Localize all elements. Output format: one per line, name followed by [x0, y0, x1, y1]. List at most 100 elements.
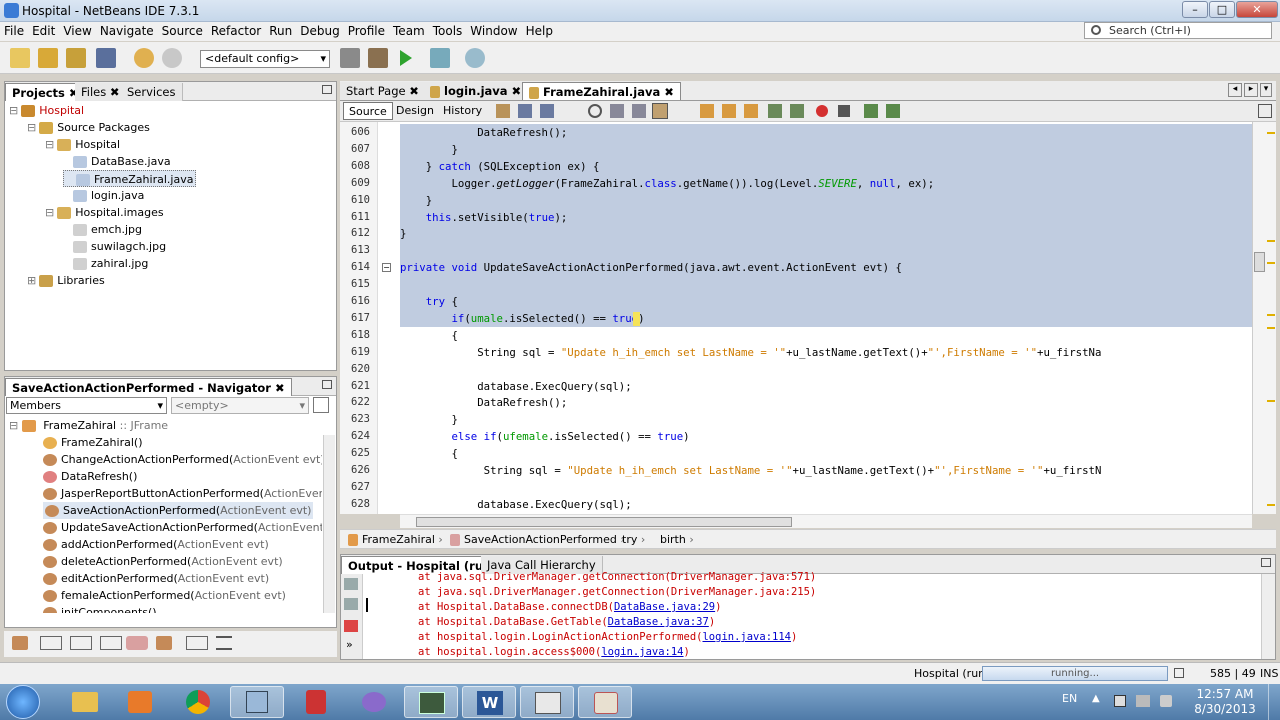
- new-project-icon[interactable]: [38, 48, 58, 68]
- minimize-button[interactable]: –: [1182, 1, 1208, 18]
- navigator-member[interactable]: ChangeActionActionPerformed(ActionEvent …: [43, 451, 322, 468]
- navigator-member[interactable]: JasperReportButtonActionPerformed(Action…: [43, 485, 322, 502]
- language-indicator[interactable]: EN: [1062, 692, 1077, 705]
- expand-toggle-icon[interactable]: ⊟: [45, 206, 54, 219]
- show-static-icon[interactable]: [70, 636, 92, 650]
- breadcrumb-item[interactable]: try ›: [622, 533, 645, 546]
- next-bookmark-icon[interactable]: [722, 104, 736, 118]
- navigator-member[interactable]: SaveActionActionPerformed(ActionEvent ev…: [43, 502, 314, 519]
- tree-item[interactable]: suwilagch.jpg: [63, 238, 166, 255]
- navigator-member[interactable]: deleteActionPerformed(ActionEvent evt): [43, 553, 283, 570]
- action-center-icon[interactable]: [1114, 695, 1126, 707]
- stack-trace-link[interactable]: login.java:114: [702, 631, 791, 643]
- breadcrumb-item[interactable]: birth ›: [660, 533, 694, 546]
- navigator-root[interactable]: ⊟ FrameZahiral :: JFrame: [9, 417, 168, 434]
- taskbar-media-player[interactable]: [114, 686, 168, 718]
- menu-debug[interactable]: Debug: [296, 22, 343, 40]
- tab-projects[interactable]: Projects ✖: [5, 83, 86, 101]
- menu-file[interactable]: File: [0, 22, 28, 40]
- tab-start-page[interactable]: Start Page ✖: [340, 82, 426, 100]
- expand-toggle-icon[interactable]: ⊟: [27, 121, 36, 134]
- tree-item[interactable]: ⊟ Source Packages: [27, 119, 150, 136]
- close-icon[interactable]: ✖: [110, 85, 120, 99]
- stop-macro-icon[interactable]: [838, 105, 850, 117]
- comment-icon[interactable]: [864, 104, 878, 118]
- navigator-member[interactable]: editActionPerformed(ActionEvent evt): [43, 570, 269, 587]
- undo-icon[interactable]: [134, 48, 154, 68]
- show-opened-documents-icon[interactable]: ▾: [1260, 83, 1272, 97]
- more-icon[interactable]: »: [346, 638, 353, 651]
- chevron-up-icon[interactable]: ▲: [1092, 693, 1100, 704]
- prev-bookmark-icon[interactable]: [700, 104, 714, 118]
- stack-trace-link[interactable]: login.java:14: [601, 646, 683, 658]
- taskbar-app-2[interactable]: [348, 686, 402, 718]
- new-file-icon[interactable]: [10, 48, 30, 68]
- menu-edit[interactable]: Edit: [28, 22, 59, 40]
- show-methods-icon[interactable]: [126, 636, 148, 650]
- taskbar-java[interactable]: [578, 686, 632, 718]
- tab-files[interactable]: Files ✖: [75, 83, 127, 101]
- taskbar-chrome[interactable]: [172, 686, 226, 718]
- toggle-highlight-icon[interactable]: [652, 103, 668, 119]
- profile-icon[interactable]: [465, 48, 485, 68]
- tab-navigator[interactable]: SaveActionActionPerformed - Navigator ✖: [5, 378, 292, 396]
- network-icon[interactable]: [1136, 695, 1150, 707]
- minimize-panel-icon[interactable]: [322, 380, 332, 389]
- tree-item[interactable]: ⊟ Hospital.images: [45, 204, 164, 221]
- menu-tools[interactable]: Tools: [429, 22, 467, 40]
- tree-item[interactable]: ⊞ Libraries: [27, 272, 105, 289]
- tree-item[interactable]: login.java: [63, 187, 144, 204]
- find-previous-icon[interactable]: [610, 104, 624, 118]
- redo-icon[interactable]: [162, 48, 182, 68]
- menu-refactor[interactable]: Refactor: [207, 22, 265, 40]
- scroll-tabs-left-icon[interactable]: ◂: [1228, 83, 1242, 97]
- taskbar-virtualbox[interactable]: [230, 686, 284, 718]
- tree-item[interactable]: ⊟ Hospital: [45, 136, 120, 153]
- menu-team[interactable]: Team: [389, 22, 429, 40]
- tab-services[interactable]: Services: [121, 83, 183, 101]
- tree-item[interactable]: ⊟ Hospital: [9, 102, 84, 119]
- breadcrumb-item[interactable]: FrameZahiral ›: [348, 533, 443, 546]
- sort-by-source-icon[interactable]: [186, 636, 208, 650]
- expand-toggle-icon[interactable]: [63, 240, 70, 253]
- navigator-member[interactable]: femaleActionPerformed(ActionEvent evt): [43, 587, 286, 604]
- menu-navigate[interactable]: Navigate: [96, 22, 158, 40]
- close-icon[interactable]: ✖: [275, 381, 285, 395]
- build-hammer-icon[interactable]: [340, 48, 360, 68]
- taskbar-app[interactable]: [290, 686, 344, 718]
- expand-toggle-icon[interactable]: [63, 257, 70, 270]
- minimize-panel-icon[interactable]: [322, 85, 332, 94]
- navigator-member[interactable]: addActionPerformed(ActionEvent evt): [43, 536, 269, 553]
- taskbar-explorer[interactable]: [58, 686, 112, 718]
- taskbar-paint[interactable]: [520, 686, 574, 718]
- split-editor-icon[interactable]: [1258, 104, 1272, 118]
- system-clock[interactable]: 12:57 AM 8/30/2013: [1190, 687, 1260, 717]
- menu-run[interactable]: Run: [265, 22, 296, 40]
- tree-item[interactable]: zahiral.jpg: [63, 255, 148, 272]
- maximize-button[interactable]: □: [1209, 1, 1235, 18]
- breadcrumb-item[interactable]: SaveActionActionPerformed ›: [450, 533, 625, 546]
- tab-framezahiral-java[interactable]: FrameZahiral.java ✖: [522, 82, 681, 100]
- design-view-button[interactable]: Design: [396, 104, 434, 117]
- code-fold-icon[interactable]: −: [382, 263, 391, 272]
- search-input[interactable]: Search (Ctrl+I): [1084, 22, 1272, 39]
- toggle-bookmark-icon[interactable]: [744, 104, 758, 118]
- menu-help[interactable]: Help: [522, 22, 557, 40]
- shift-right-icon[interactable]: [790, 104, 804, 118]
- menu-view[interactable]: View: [59, 22, 95, 40]
- source-view-button[interactable]: Source: [343, 102, 393, 120]
- close-button[interactable]: ✕: [1236, 1, 1278, 18]
- navigator-options-icon[interactable]: [313, 397, 329, 413]
- close-icon[interactable]: ✖: [512, 84, 522, 98]
- expand-toggle-icon[interactable]: ⊞: [27, 274, 36, 287]
- editor-scrollbar[interactable]: [1252, 122, 1276, 514]
- navigator-scrollbar[interactable]: [323, 435, 335, 613]
- tab-login-java[interactable]: login.java ✖: [424, 82, 529, 100]
- navigator-member[interactable]: UpdateSaveActionActionPerformed(ActionEv…: [43, 519, 322, 536]
- stack-trace-link[interactable]: DataBase.java:29: [614, 601, 715, 613]
- last-edit-icon[interactable]: [496, 104, 510, 118]
- show-non-public-icon[interactable]: [100, 636, 122, 650]
- save-all-icon[interactable]: [96, 48, 116, 68]
- sort-by-name-icon[interactable]: [156, 636, 172, 650]
- editor-hscroll-thumb[interactable]: [416, 517, 792, 527]
